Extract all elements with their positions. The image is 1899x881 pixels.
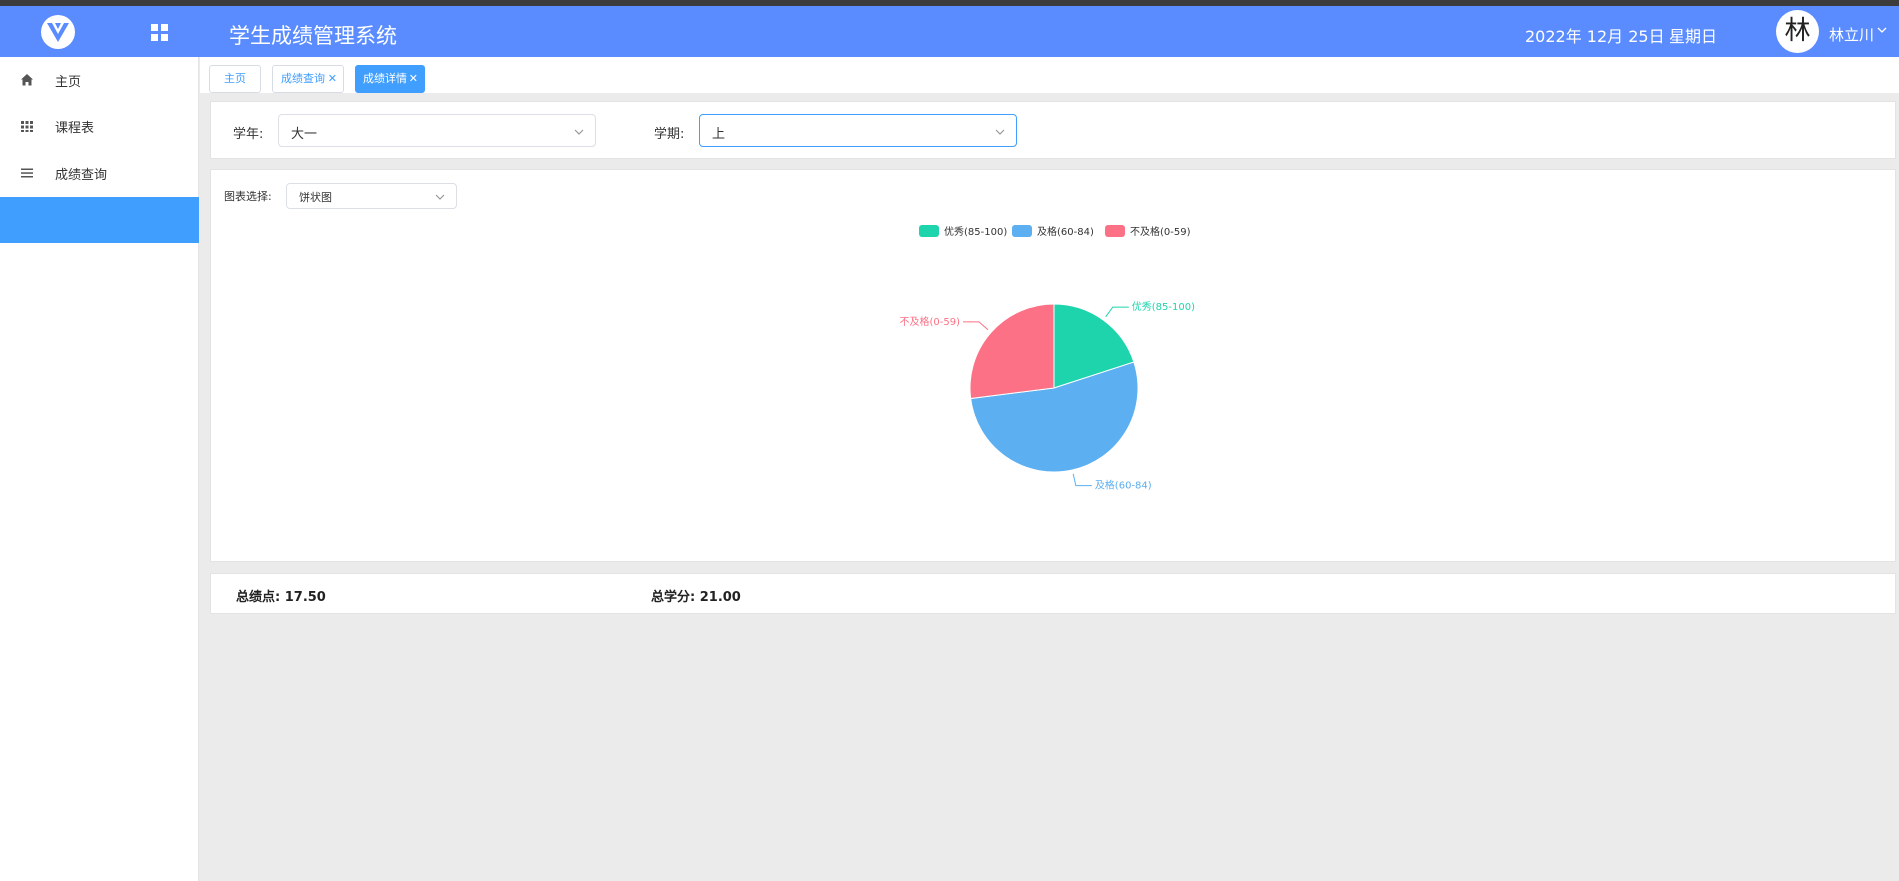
chevron-down-icon[interactable] <box>1877 25 1887 35</box>
year-label: 学年: <box>233 127 264 142</box>
current-date: 2022年 12月 25日 <box>1525 27 1665 46</box>
sidebar-item-label: 主页 <box>55 75 82 90</box>
legend-label: 及格(60-84) <box>1037 225 1094 238</box>
summary-panel: 总绩点: 17.50 总学分: 21.00 <box>210 573 1896 614</box>
chart-type-value: 饼状图 <box>299 191 332 204</box>
label-leader-line <box>962 321 989 331</box>
close-icon[interactable]: ✕ <box>409 66 418 92</box>
label-leader-line <box>1105 306 1129 318</box>
legend-item[interactable]: 优秀(85-100) <box>919 225 1007 238</box>
sidebar: 主页 课程表 成绩查询 <box>0 57 199 881</box>
chevron-down-icon <box>995 129 1005 135</box>
chart-select-label: 图表选择: <box>224 190 272 203</box>
pie-slice[interactable] <box>969 303 1055 400</box>
year-select-value: 大一 <box>291 127 318 142</box>
menu-grid-icon[interactable] <box>151 24 169 42</box>
chevron-down-icon <box>574 129 584 135</box>
sidebar-item-label: 课程表 <box>55 121 95 136</box>
grid-icon <box>21 121 33 132</box>
logo-icon <box>41 15 75 49</box>
sidebar-item-grades[interactable]: 成绩查询 <box>0 150 199 196</box>
tab-label: 成绩查询 <box>281 72 325 85</box>
total-gpa: 总绩点: 17.50 <box>236 590 326 605</box>
pie-chart: 优秀(85-100) 及格(60-84) 不及格(0-59) 优秀(85-100) 及格… <box>899 225 1195 492</box>
current-weekday: 星期日 <box>1669 27 1718 46</box>
label-leader-line <box>1072 473 1092 487</box>
legend-label: 不及格(0-59) <box>1130 225 1191 238</box>
slice-label: 优秀(85-100) <box>1132 300 1195 313</box>
list-icon <box>21 168 33 178</box>
legend-swatch <box>1012 225 1032 237</box>
term-select[interactable]: 上 <box>699 114 1017 147</box>
app-title: 学生成绩管理系统 <box>229 24 397 48</box>
sidebar-active-item[interactable] <box>0 197 199 243</box>
legend-swatch <box>1105 225 1125 237</box>
sidebar-item-home[interactable]: 主页 <box>0 57 199 103</box>
legend-label: 优秀(85-100) <box>944 225 1007 238</box>
sidebar-item-schedule[interactable]: 课程表 <box>0 103 199 149</box>
home-icon <box>21 74 33 86</box>
filter-panel: 学年: 大一 学期: 上 <box>210 101 1896 159</box>
app-header: 学生成绩管理系统 2022年 12月 25日 星期日 林 林立川 <box>0 6 1899 57</box>
legend-item[interactable]: 不及格(0-59) <box>1105 225 1191 238</box>
chart-type-select[interactable]: 饼状图 <box>286 183 457 209</box>
tab-label: 主页 <box>224 72 246 85</box>
avatar[interactable]: 林 <box>1776 10 1819 53</box>
year-select[interactable]: 大一 <box>278 114 596 147</box>
total-credits: 总学分: 21.00 <box>651 590 741 605</box>
chevron-down-icon <box>435 194 445 200</box>
term-label: 学期: <box>654 127 685 142</box>
term-select-value: 上 <box>712 127 726 142</box>
tab-home[interactable]: 主页 <box>209 65 261 93</box>
tab-label: 成绩详情 <box>363 72 407 85</box>
user-name[interactable]: 林立川 <box>1829 24 1874 45</box>
slice-label: 及格(60-84) <box>1095 479 1152 492</box>
tab-grade-detail[interactable]: 成绩详情 ✕ <box>355 65 425 93</box>
slice-label: 不及格(0-59) <box>899 315 960 328</box>
chart-panel: 优秀(85-100) 及格(60-84) 不及格(0-59) 优秀(85-100) 及格… <box>210 169 1896 562</box>
sidebar-item-label: 成绩查询 <box>55 168 108 183</box>
legend-swatch <box>919 225 939 237</box>
close-icon[interactable]: ✕ <box>328 66 337 92</box>
legend-item[interactable]: 及格(60-84) <box>1012 225 1094 238</box>
tab-grade-query[interactable]: 成绩查询 ✕ <box>272 65 344 93</box>
tabs-bar: 主页 成绩查询 ✕ 成绩详情 ✕ <box>200 57 1899 93</box>
